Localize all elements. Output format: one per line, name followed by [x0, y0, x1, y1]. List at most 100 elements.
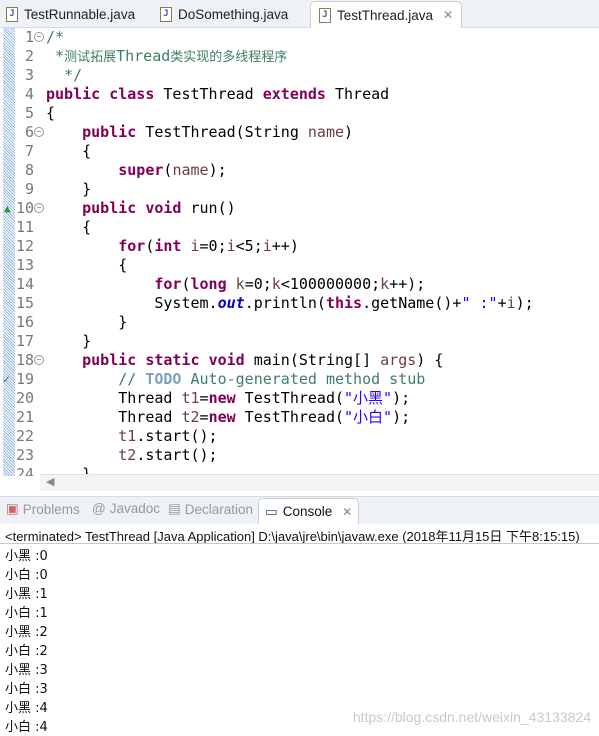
code-editor[interactable]: 1−/* 2 *测试拓展Thread类实现的多线程程序 3 */4 public cl…: [0, 28, 599, 476]
code-token: new: [208, 408, 236, 426]
fold-toggle-icon[interactable]: −: [34, 32, 44, 42]
code-token: 类实现的多线程程序: [170, 50, 288, 65]
code-text: public void run(): [46, 199, 236, 218]
code-line[interactable]: 6− public TestThread(String name): [0, 123, 599, 142]
close-console-icon[interactable]: ✕: [342, 505, 352, 519]
tab-testrunnable[interactable]: J TestRunnable.java: [6, 2, 135, 26]
code-line[interactable]: 8 super(name);: [0, 161, 599, 180]
code-line[interactable]: 12 for(int i=0;i<5;i++): [0, 237, 599, 256]
line-number: 15: [16, 294, 35, 312]
code-token: k: [235, 275, 245, 293]
code-line[interactable]: 19 ✓ // TODO Auto-generated method stub: [0, 370, 599, 389]
line-number: 2: [24, 47, 34, 65]
code-line[interactable]: 23 t2.start();: [0, 446, 599, 465]
tab-label: TestThread.java: [337, 7, 434, 23]
code-line[interactable]: 22 t1.start();: [0, 427, 599, 446]
tab-problems[interactable]: ▣ Problems: [6, 501, 80, 517]
fold-toggle-icon[interactable]: −: [34, 355, 44, 365]
code-token: (: [181, 275, 191, 293]
tab-declaration[interactable]: ▤ Declaration: [168, 501, 253, 517]
code-line[interactable]: 10− ▲ public void run(): [0, 199, 599, 218]
line-number: 4: [24, 85, 34, 103]
code-text: {: [46, 142, 91, 161]
code-token: <100000000;: [280, 275, 381, 293]
line-number: 11: [16, 218, 35, 236]
fold-toggle-icon[interactable]: −: [34, 127, 44, 137]
code-token: Thread: [46, 408, 182, 426]
code-line[interactable]: 11 {: [0, 218, 599, 237]
code-text: public class TestThread extends Thread: [46, 85, 389, 104]
code-token: void: [208, 351, 245, 369]
code-token: k: [271, 275, 281, 293]
code-text: {: [46, 218, 91, 237]
code-token: ++);: [389, 275, 426, 293]
divider: [0, 543, 599, 544]
console-output-line: 小白 :1: [5, 606, 48, 621]
tab-console[interactable]: ▭ Console ✕: [258, 498, 360, 524]
code-token: );: [515, 294, 534, 312]
code-text: *测试拓展Thread类实现的多线程程序: [46, 47, 287, 67]
line-number: 8: [24, 161, 34, 179]
code-text: t1.start();: [46, 427, 217, 446]
code-token: run(): [181, 199, 236, 217]
horizontal-scrollbar[interactable]: ◀: [40, 474, 599, 491]
fold-toggle-icon[interactable]: −: [34, 203, 44, 213]
editor-tab-bar: J TestRunnable.java J DoSomething.java J Te…: [0, 0, 599, 28]
code-line[interactable]: 2 *测试拓展Thread类实现的多线程程序: [0, 47, 599, 66]
code-token: i: [262, 237, 272, 255]
code-line[interactable]: 5{: [0, 104, 599, 123]
code-line[interactable]: 4 public class TestThread extends Thread: [0, 85, 599, 104]
console-icon: ▭: [265, 503, 278, 519]
code-line[interactable]: 20 Thread t1=new TestThread("小黑");: [0, 389, 599, 408]
code-text: // TODO Auto-generated method stub: [46, 370, 425, 389]
bottom-panel-tabs: ▣ Problems @ Javadoc ▤ Declaration ▭ Console…: [0, 496, 599, 524]
tab-testthread[interactable]: J TestThread.java ✕: [310, 1, 463, 28]
tab-javadoc[interactable]: @ Javadoc: [92, 501, 160, 516]
code-line[interactable]: 15 System.out.println(this.getName()+" :…: [0, 294, 599, 313]
code-token: t2: [181, 408, 200, 426]
code-token: k: [380, 275, 390, 293]
code-line[interactable]: 7 {: [0, 142, 599, 161]
code-line[interactable]: 18− public static void main(String[] arg…: [0, 351, 599, 370]
code-token: i: [506, 294, 516, 312]
code-token: static: [145, 351, 200, 369]
code-line[interactable]: 13 {: [0, 256, 599, 275]
scroll-left-icon[interactable]: ◀: [46, 475, 54, 488]
code-token: "小白": [344, 408, 393, 426]
code-token: );: [392, 389, 411, 407]
line-number: 19: [16, 370, 35, 388]
code-line[interactable]: 21 Thread t2=new TestThread("小白");: [0, 408, 599, 427]
console-output-line: 小白 :4: [5, 720, 48, 735]
task-icon: ✓: [3, 373, 10, 386]
code-text: for(int i=0;i<5;i++): [46, 237, 299, 256]
code-token: {: [46, 256, 128, 274]
code-token: =0;: [199, 237, 227, 255]
tab-dosomething[interactable]: J DoSomething.java: [160, 2, 288, 26]
code-line[interactable]: 1−/*: [0, 28, 599, 47]
code-token: =: [199, 408, 209, 426]
line-number: 16: [16, 313, 35, 331]
tab-label: DoSomething.java: [178, 6, 289, 22]
code-token: );: [392, 408, 411, 426]
code-line[interactable]: 3 */: [0, 66, 599, 85]
code-line[interactable]: 9 }: [0, 180, 599, 199]
code-token: Thread: [46, 389, 182, 407]
close-tab-icon[interactable]: ✕: [443, 8, 453, 22]
code-token: long: [190, 275, 227, 293]
tab-label: Declaration: [184, 501, 254, 517]
code-token: i: [190, 237, 200, 255]
code-line[interactable]: 14 for(long k=0;k<100000000;k++);: [0, 275, 599, 294]
code-token: ): [344, 123, 354, 141]
code-token: super: [118, 161, 164, 179]
java-file-icon: J: [319, 7, 331, 23]
code-line[interactable]: 17 }: [0, 332, 599, 351]
code-line[interactable]: 16 }: [0, 313, 599, 332]
line-number: 9: [24, 180, 34, 198]
code-text: super(name);: [46, 161, 226, 180]
line-number: 6: [24, 123, 34, 141]
